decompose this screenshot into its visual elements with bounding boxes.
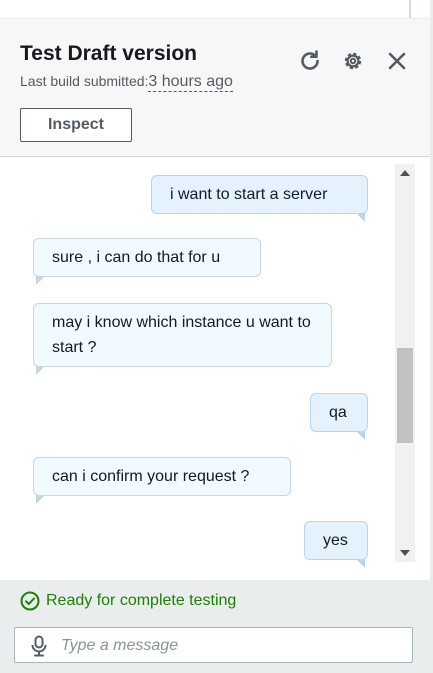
message-bubble-bot: can i confirm your request ? (33, 457, 291, 504)
test-panel-header: Test Draft version Last build submitted:… (0, 19, 430, 157)
message-text: i want to start a server (170, 186, 328, 203)
build-label: Last build submitted: (20, 73, 149, 89)
chevron-down-icon (400, 550, 410, 556)
scroll-down-arrow[interactable] (395, 544, 415, 562)
message-bubble-bot: sure , i can do that for u (33, 238, 261, 285)
message-text: sure , i can do that for u (52, 249, 221, 266)
bubble-tail (356, 213, 365, 222)
top-strip (0, 0, 433, 19)
close-icon (388, 52, 406, 70)
refresh-button[interactable] (297, 48, 323, 74)
status-text: Ready for complete testing (46, 592, 237, 609)
inspect-button[interactable]: Inspect (20, 108, 132, 142)
refresh-icon (301, 50, 319, 70)
build-time[interactable]: 3 hours ago (148, 73, 233, 92)
message-text: may i know which instance u want to star… (52, 314, 311, 356)
message-input[interactable] (59, 632, 403, 660)
bubble-tail (36, 366, 45, 375)
message-input-box[interactable] (14, 627, 413, 663)
build-info: Last build submitted:3 hours ago (20, 73, 233, 92)
scroll-up-arrow[interactable] (395, 164, 415, 182)
settings-icon (344, 52, 362, 70)
status-indicator: Ready for complete testing (20, 591, 236, 611)
message-text: qa (329, 404, 347, 421)
bubble-tail (356, 559, 365, 568)
message-text: yes (323, 532, 348, 549)
message-bubble-bot: may i know which instance u want to star… (33, 303, 332, 375)
close-button[interactable] (384, 48, 410, 74)
message-bubble-user: yes (304, 521, 368, 568)
chat-footer: Ready for complete testing (0, 580, 430, 673)
settings-button[interactable] (340, 48, 366, 74)
chevron-up-icon (400, 170, 410, 176)
check-circle-icon (20, 591, 40, 611)
scroll-thumb[interactable] (397, 348, 413, 443)
microphone-icon[interactable] (29, 635, 49, 657)
bubble-tail (36, 276, 45, 285)
panel-title: Test Draft version (20, 42, 197, 65)
outer-scrollbar[interactable] (409, 0, 411, 18)
message-text: can i confirm your request ? (52, 468, 250, 485)
bubble-tail (36, 495, 45, 504)
chat-scrollbar[interactable] (395, 164, 415, 562)
chat-transcript: i want to start a server sure , i can do… (0, 157, 392, 579)
message-bubble-user: qa (310, 393, 368, 440)
bubble-tail (356, 431, 365, 440)
message-bubble-user: i want to start a server (151, 175, 368, 222)
